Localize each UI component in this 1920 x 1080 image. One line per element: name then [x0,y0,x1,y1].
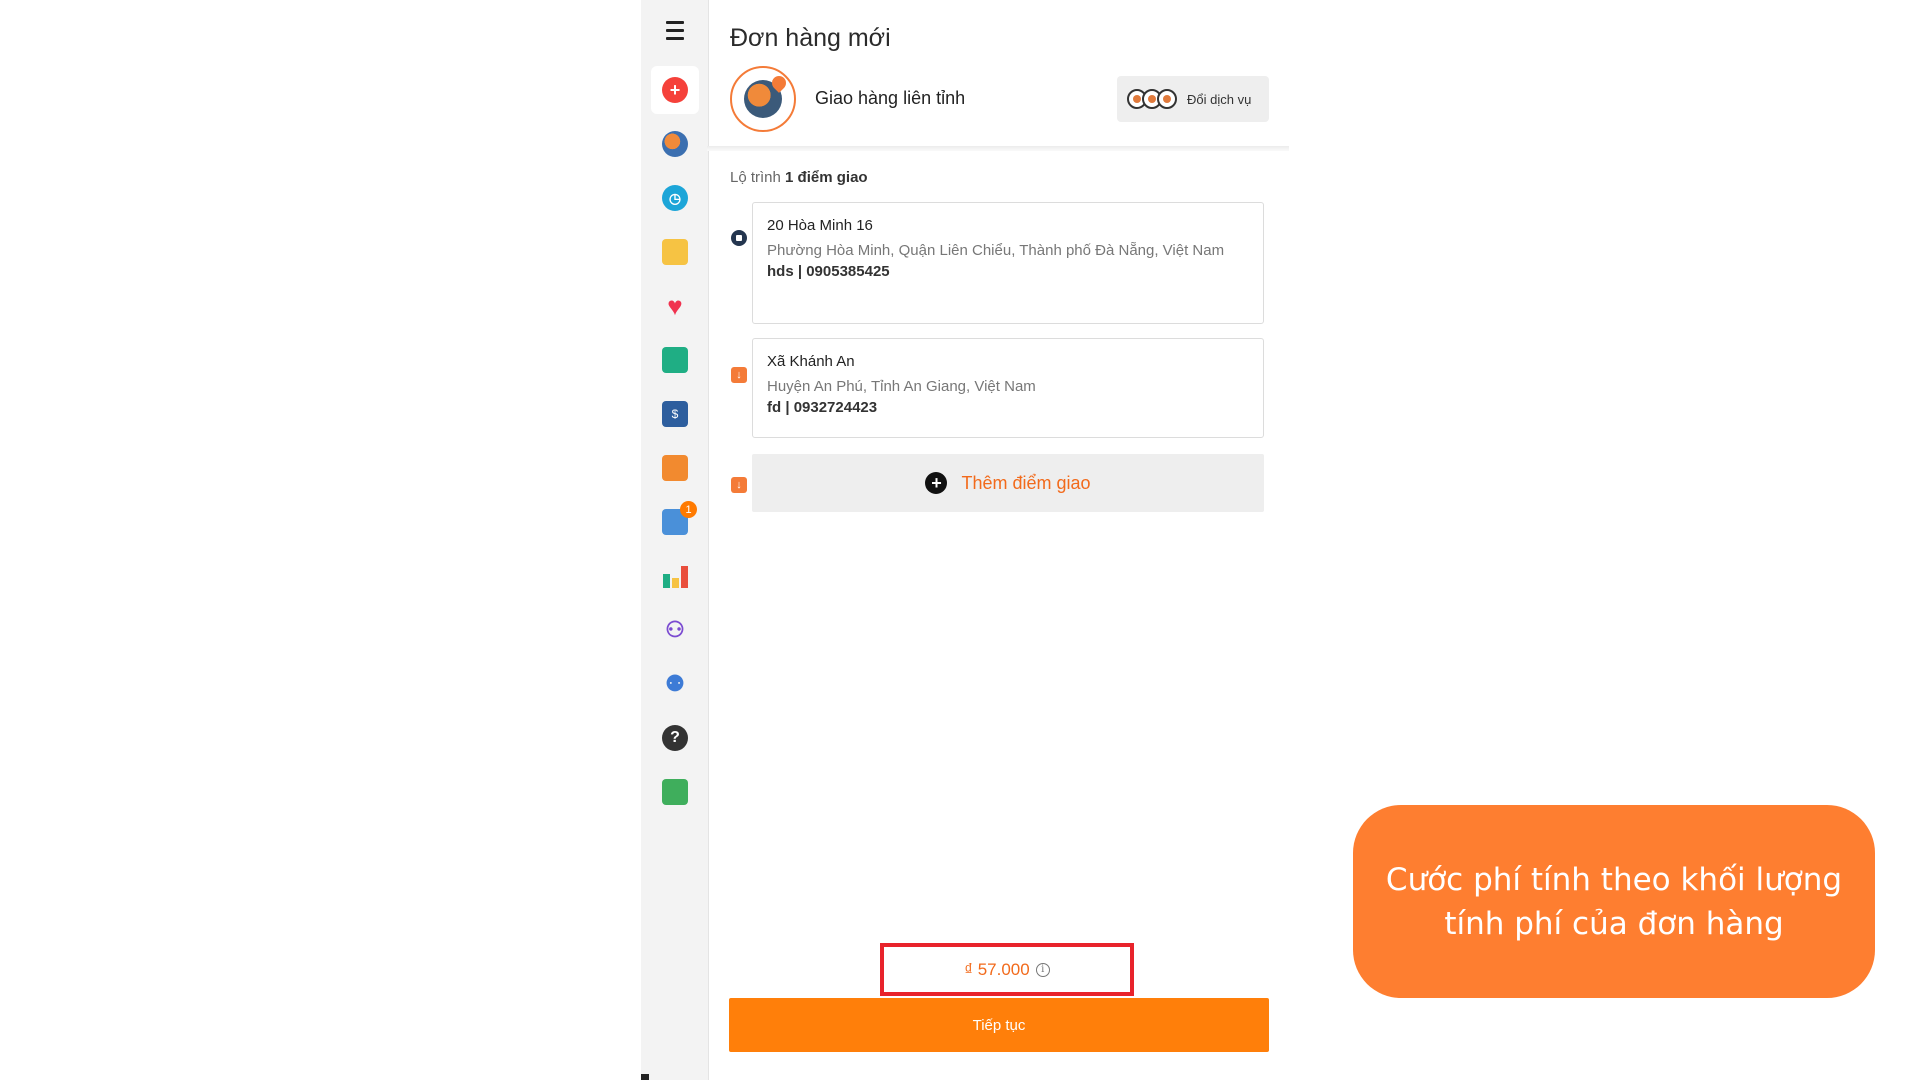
pickup-address-card[interactable]: 20 Hòa Minh 16 Phường Hòa Minh, Quận Liê… [752,202,1264,324]
pickup-contact: hds | 0905385425 [767,263,890,280]
sidebar: + ◷ ♥ $ 1 ⚇ ⚉ ? [641,0,709,1080]
pickup-area: Phường Hòa Minh, Quận Liên Chiểu, Thành … [767,242,1225,259]
bar-chart-icon [662,564,688,588]
route-stop-count: 1 điểm giao [785,169,868,186]
dropoff-area: Huyện An Phú, Tỉnh An Giang, Việt Nam [767,378,1036,395]
people-icon: ⚇ [665,617,685,642]
sidebar-item-history[interactable]: ◷ [651,174,699,222]
continue-button[interactable]: Tiếp tục [729,998,1269,1052]
question-icon: ? [662,725,688,751]
folder-icon [662,239,688,265]
pickup-marker-icon [731,230,747,246]
wallet-icon [662,347,688,373]
list-report-icon: 1 [662,501,697,535]
team-icon [662,779,688,805]
sidebar-item-favorites[interactable]: ♥ [651,282,699,330]
pickup-street: 20 Hòa Minh 16 [767,217,873,234]
location-pin-icon [769,73,789,93]
sidebar-item-rewards[interactable] [651,444,699,492]
service-avatars-icon [1127,89,1177,109]
route-label-prefix: Lộ trình [730,169,781,186]
change-service-button[interactable]: Đổi dịch vụ [1117,76,1269,122]
plus-circle-icon: + [662,77,688,103]
gift-box-icon [662,455,688,481]
page-title: Đơn hàng mới [730,24,891,52]
add-stop-label: Thêm điểm giao [961,472,1091,493]
price-value: ₫ 57.000 [964,959,1030,979]
sidebar-item-statistics[interactable] [651,552,699,600]
new-stop-marker-icon: ↓ [731,477,747,493]
sidebar-item-team[interactable] [651,768,699,816]
route-label: Lộ trình 1 điểm giao [730,169,868,186]
delivery-globe-icon [662,131,688,157]
sidebar-item-add-user[interactable]: ⚉ [651,660,699,708]
plus-circle-icon: + [925,472,948,494]
sidebar-item-cod[interactable]: $ [651,390,699,438]
add-stop-button[interactable]: + Thêm điểm giao [752,454,1264,512]
sidebar-item-reports[interactable]: 1 [651,498,699,546]
sidebar-item-wallet[interactable] [651,336,699,384]
callout-text: Cước phí tính theo khối lượng tính phí c… [1385,861,1843,942]
notification-badge: 1 [680,501,697,518]
hamburger-menu-icon[interactable] [658,15,692,45]
header-divider [707,146,1289,151]
service-name: Giao hàng liên tỉnh [815,88,966,108]
sidebar-item-users[interactable]: ⚇ [651,606,699,654]
dropoff-address-card[interactable]: Xã Khánh An Huyện An Phú, Tỉnh An Giang,… [752,338,1264,438]
sidebar-item-delivery[interactable] [651,120,699,168]
price-highlight: ₫ 57.000 i [880,943,1134,996]
delivery-globe-icon [744,73,789,118]
sidebar-item-documents[interactable] [651,228,699,276]
heart-icon: ♥ [667,290,683,321]
dropoff-marker-icon: ↓ [731,367,747,383]
change-service-label: Đổi dịch vụ [1187,91,1252,107]
user-add-icon: ⚉ [665,671,685,696]
money-box-icon: $ [662,401,688,427]
sidebar-item-new-order[interactable]: + [651,66,699,114]
info-icon[interactable]: i [1035,962,1050,977]
service-logo [730,66,796,132]
corner-mark [641,1074,649,1080]
annotation-callout: Cước phí tính theo khối lượng tính phí c… [1353,805,1875,998]
dropoff-contact: fd | 0932724423 [767,399,878,416]
clock-icon: ◷ [662,185,688,211]
sidebar-item-help[interactable]: ? [651,714,699,762]
dropoff-street: Xã Khánh An [767,353,855,370]
